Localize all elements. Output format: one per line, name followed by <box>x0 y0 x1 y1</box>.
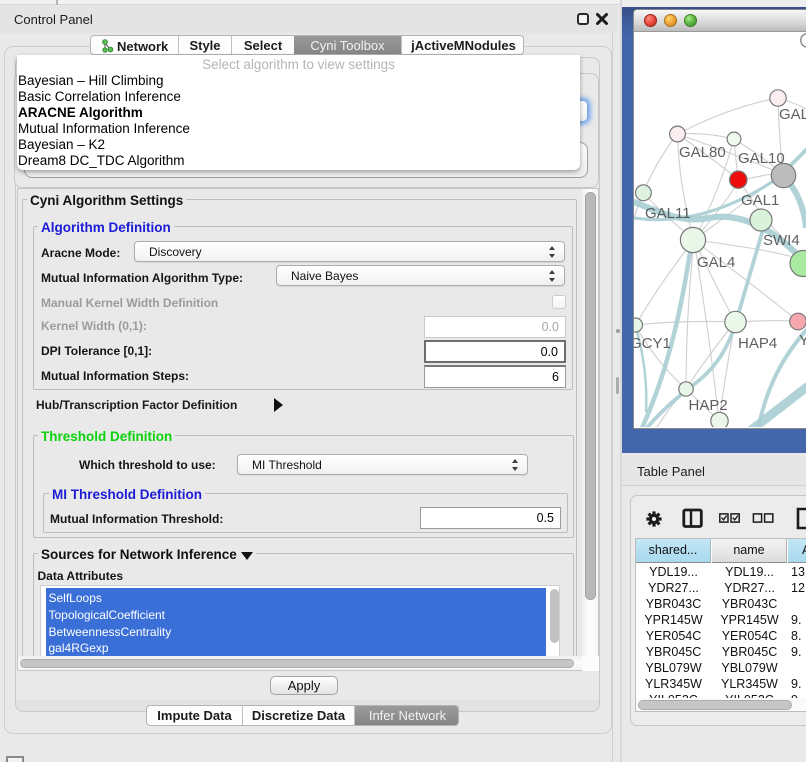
svg-text:GAL1: GAL1 <box>741 192 779 209</box>
svg-text:GAL11: GAL11 <box>645 205 691 222</box>
svg-text:HAP2: HAP2 <box>689 397 728 414</box>
svg-text:GCY1: GCY1 <box>634 335 671 352</box>
svg-text:GAL7: GAL7 <box>779 106 806 123</box>
svg-text:GAL4: GAL4 <box>697 254 735 271</box>
svg-text:SWI4: SWI4 <box>763 232 800 249</box>
svg-text:GAL80: GAL80 <box>679 144 726 161</box>
svg-text:Y: Y <box>799 332 806 349</box>
svg-text:HAP4: HAP4 <box>738 335 777 352</box>
svg-text:GAL10: GAL10 <box>738 150 785 167</box>
